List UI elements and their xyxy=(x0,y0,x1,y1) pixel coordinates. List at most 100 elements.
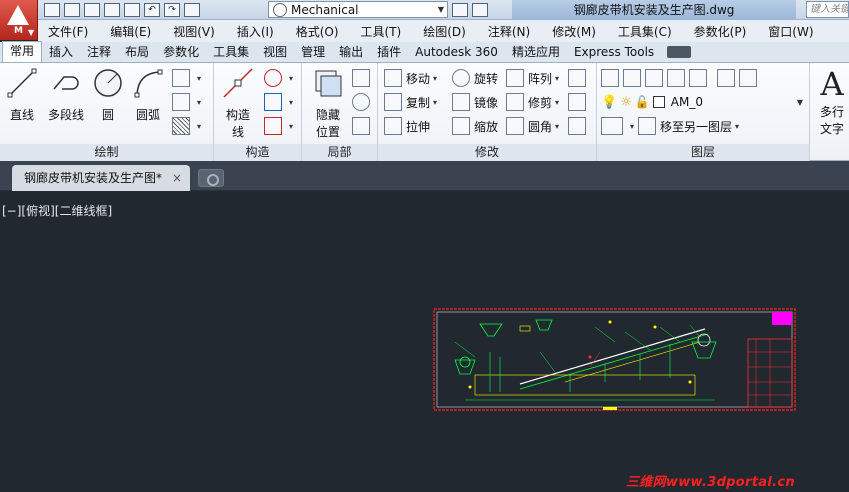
tab-view[interactable]: 视图 xyxy=(256,43,294,62)
copy-button[interactable]: 复制 ▾ xyxy=(384,91,437,113)
tab-toolsets[interactable]: 工具集 xyxy=(206,43,256,62)
scale-button[interactable]: 缩放 xyxy=(452,115,498,137)
redo-icon[interactable]: ↷ xyxy=(164,3,180,17)
mirror-button[interactable]: 镜像 xyxy=(452,91,498,113)
modify-tool-1[interactable] xyxy=(568,67,590,89)
drawing-canvas[interactable]: [−][俯视][二维线框] 三维网www.3dportal.cn xyxy=(0,192,849,492)
arc-label: 圆弧 xyxy=(135,108,160,122)
plot-icon[interactable] xyxy=(184,3,200,17)
arc-icon xyxy=(134,69,163,98)
panel-local-title[interactable]: 局部 xyxy=(302,144,377,161)
menu-insert[interactable]: 插入(I) xyxy=(237,23,274,40)
panel-modify: 移动 ▾ 旋转 阵列 ▾ 复制 ▾ 镜像 修剪 ▾ 拉伸 缩放 圆角 ▾ 修改 xyxy=(378,63,597,161)
stretch-button[interactable]: 拉伸 xyxy=(384,115,430,137)
refresh-icon xyxy=(352,117,370,135)
menu-window[interactable]: 窗口(W) xyxy=(768,23,813,40)
document-tab[interactable]: 钢廊皮带机安装及生产图* × xyxy=(12,165,190,191)
gear-icon xyxy=(352,93,370,111)
tab-annotate[interactable]: 注释 xyxy=(80,43,118,62)
modify-tool-2[interactable] xyxy=(568,91,590,113)
magenta-block xyxy=(772,312,792,325)
open-icon[interactable] xyxy=(64,3,80,17)
save-icon[interactable] xyxy=(84,3,100,17)
new-icon[interactable] xyxy=(44,3,60,17)
local-tool-3[interactable] xyxy=(352,115,374,137)
hatch-button[interactable]: ▾ xyxy=(172,115,201,137)
tab-home[interactable]: 常用 xyxy=(2,41,43,62)
layer-properties-icon[interactable] xyxy=(601,69,619,87)
tab-output[interactable]: 输出 xyxy=(332,43,370,62)
trim-button[interactable]: 修剪 ▾ xyxy=(506,91,559,113)
local-tool-1[interactable] xyxy=(352,67,374,89)
layer-freeze-icon[interactable] xyxy=(717,69,735,87)
hide-position-button[interactable]: 隐藏 位置 xyxy=(308,67,348,140)
rectangle-button[interactable]: ▾ xyxy=(172,91,201,113)
construction-delete-button[interactable]: ▾ xyxy=(264,115,293,137)
application-menu-button[interactable]: M ▼ xyxy=(0,0,38,40)
tab-featured-apps[interactable]: 精选应用 xyxy=(505,43,567,62)
tab-autodesk-360[interactable]: Autodesk 360 xyxy=(408,43,505,62)
layer-match-icon[interactable] xyxy=(667,69,685,87)
undo-icon[interactable]: ↶ xyxy=(144,3,160,17)
move-button[interactable]: 移动 ▾ xyxy=(384,67,437,89)
panel-layers-title[interactable]: 图层 xyxy=(597,144,809,161)
menu-parametric[interactable]: 参数化(P) xyxy=(694,23,747,40)
tab-plugins[interactable]: 插件 xyxy=(370,43,408,62)
fillet-button[interactable]: 圆角 ▾ xyxy=(506,115,559,137)
modify-tool-3[interactable] xyxy=(568,115,590,137)
workspace-select[interactable]: Mechanical ▼ xyxy=(268,1,448,18)
circle-button[interactable]: 圆 xyxy=(88,67,128,123)
panel-modify-title[interactable]: 修改 xyxy=(378,144,596,161)
tab-insert[interactable]: 插入 xyxy=(42,43,80,62)
array-button[interactable]: 阵列 ▾ xyxy=(506,67,559,89)
polyline-button[interactable]: 多段线 xyxy=(44,67,88,123)
hide-situation-icon xyxy=(315,70,342,97)
move-to-layer-label: 移至另一图层 xyxy=(660,119,733,134)
ribbon-toggle-button[interactable] xyxy=(667,46,692,58)
menu-file[interactable]: 文件(F) xyxy=(48,23,88,40)
close-icon[interactable]: × xyxy=(172,165,182,191)
move-to-layer-button[interactable]: ▾ 移至另一图层 ▾ xyxy=(601,115,739,137)
search-input[interactable]: 键入关键字 xyxy=(806,1,849,18)
center-mark-button[interactable]: ▾ xyxy=(264,67,293,89)
circle-label: 圆 xyxy=(101,108,114,122)
menu-edit[interactable]: 编辑(E) xyxy=(110,23,151,40)
new-tab-button[interactable] xyxy=(198,169,224,187)
layer-off-icon[interactable] xyxy=(739,69,757,87)
layer-previous-icon[interactable] xyxy=(645,69,663,87)
tab-layout[interactable]: 布局 xyxy=(118,43,156,62)
explode-icon xyxy=(568,93,586,111)
array-icon xyxy=(506,69,524,87)
panel-draw-title[interactable]: 绘制 xyxy=(0,144,213,161)
layer-state-icon[interactable] xyxy=(623,69,641,87)
menu-dimension[interactable]: 注释(N) xyxy=(488,23,530,40)
layer-dropdown[interactable]: 💡 ☼ 🔓 AM_0 ▼ xyxy=(601,91,807,113)
match-icon[interactable] xyxy=(472,3,488,17)
hatch-line-button[interactable]: ▾ xyxy=(172,67,201,89)
local-tool-2[interactable] xyxy=(352,91,374,113)
arc-button[interactable]: 圆弧 xyxy=(128,67,168,123)
tab-manage[interactable]: 管理 xyxy=(294,43,332,62)
menu-modify[interactable]: 修改(M) xyxy=(552,23,596,40)
multiline-text-button[interactable]: A 多行 文字 xyxy=(814,67,849,137)
menu-tools[interactable]: 工具(T) xyxy=(361,23,402,40)
xline-button[interactable]: 构造 线 xyxy=(218,67,258,140)
polyline-label: 多段线 xyxy=(47,108,84,122)
menu-toolsets[interactable]: 工具集(C) xyxy=(618,23,672,40)
panel-draw: 直线 多段线 圆 圆弧 ▾ ▾ ▾ 绘制 xyxy=(0,63,214,161)
center-mark-icon xyxy=(264,69,282,87)
save-as-icon[interactable] xyxy=(104,3,120,17)
construction-delete-icon xyxy=(264,117,282,135)
tab-parametric[interactable]: 参数化 xyxy=(156,43,206,62)
rotate-button[interactable]: 旋转 xyxy=(452,67,498,89)
layer-isolate-icon[interactable] xyxy=(689,69,707,87)
menu-draw[interactable]: 绘图(D) xyxy=(423,23,466,40)
menu-view[interactable]: 视图(V) xyxy=(173,23,215,40)
layer-icon[interactable] xyxy=(452,3,468,17)
menu-format[interactable]: 格式(O) xyxy=(296,23,339,40)
construction-box-button[interactable]: ▾ xyxy=(264,91,293,113)
tab-express-tools[interactable]: Express Tools xyxy=(567,43,661,62)
panel-construct-title[interactable]: 构造 xyxy=(214,144,301,161)
print-icon[interactable] xyxy=(124,3,140,17)
line-button[interactable]: 直线 xyxy=(2,67,42,123)
